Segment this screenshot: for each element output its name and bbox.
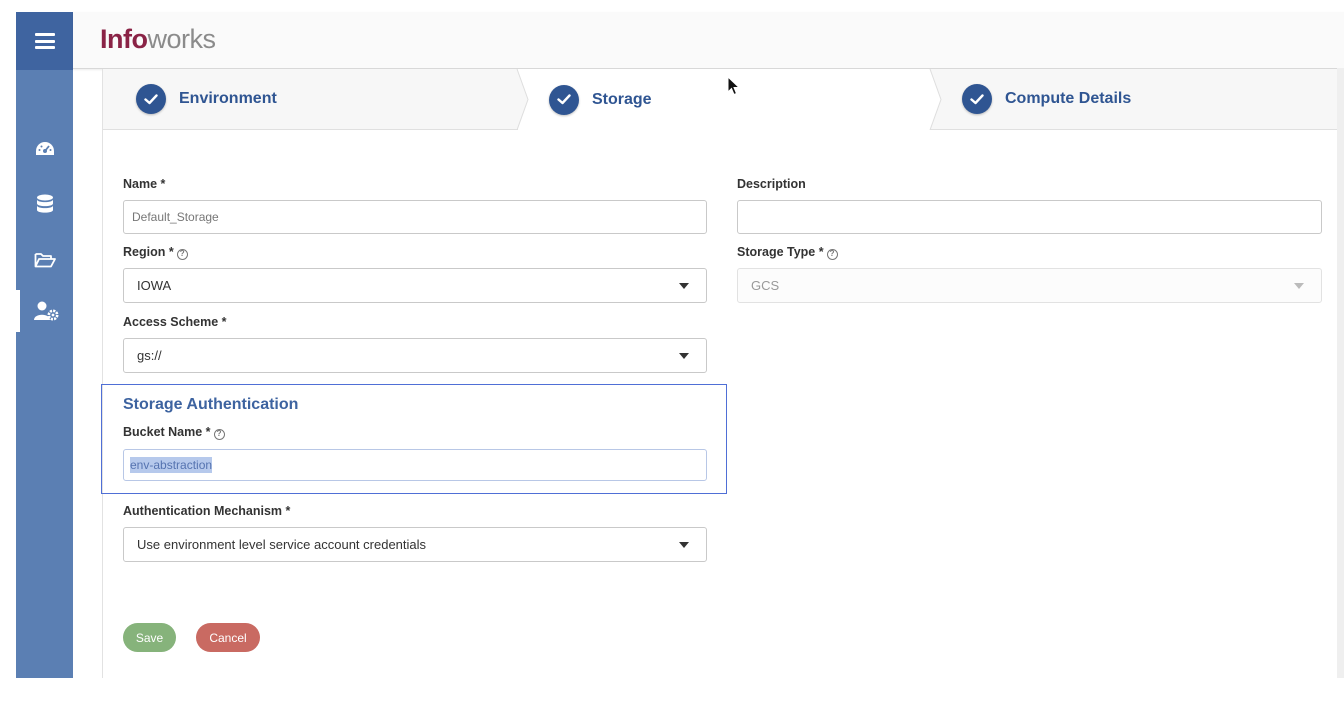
step-compute-details[interactable]: Compute Details <box>929 69 1344 130</box>
storage-authentication-title: Storage Authentication <box>123 396 299 413</box>
user-settings-icon <box>33 301 58 321</box>
step-label: Compute Details <box>1005 90 1132 107</box>
hamburger-icon <box>34 33 55 49</box>
caret-down-icon <box>1294 283 1304 289</box>
sidebar-item-admin[interactable] <box>16 290 73 332</box>
save-button[interactable]: Save <box>123 623 176 652</box>
region-label: Region *? <box>123 245 188 260</box>
dashboard-icon <box>35 142 54 155</box>
wizard-steps: Environment Storage Compute Details <box>103 69 1344 130</box>
caret-down-icon <box>679 353 689 359</box>
storage-type-select: GCS <box>737 268 1322 303</box>
database-icon <box>36 194 53 213</box>
logo-part-1: Info <box>100 24 148 54</box>
help-icon[interactable]: ? <box>826 249 838 260</box>
name-input[interactable]: Default_Storage <box>123 200 707 234</box>
check-circle-icon <box>549 84 579 115</box>
bucket-name-input[interactable]: env-abstraction <box>123 449 707 481</box>
cancel-button[interactable]: Cancel <box>196 623 260 652</box>
chevron-separator-icon <box>929 69 942 130</box>
auth-mechanism-label: Authentication Mechanism * <box>123 504 291 518</box>
app-root: Infoworks Environment Storage Compute De… <box>0 0 1344 721</box>
sidebar-item-folder[interactable] <box>16 240 73 280</box>
check-circle-icon <box>962 84 992 114</box>
bucket-name-value: env-abstraction <box>130 457 213 473</box>
check-circle-icon <box>136 84 166 114</box>
auth-mechanism-select[interactable]: Use environment level service account cr… <box>123 527 707 562</box>
menu-toggle-button[interactable] <box>16 12 73 70</box>
help-icon[interactable]: ? <box>213 429 225 440</box>
sidebar-item-dashboard[interactable] <box>16 129 73 169</box>
mouse-cursor-icon <box>727 76 741 96</box>
region-select[interactable]: IOWA <box>123 268 707 303</box>
folder-open-icon <box>34 253 56 268</box>
content-panel: Environment Storage Compute Details <box>102 69 1344 678</box>
name-label: Name * <box>123 177 166 191</box>
access-scheme-select[interactable]: gs:// <box>123 338 707 373</box>
step-environment[interactable]: Environment <box>103 69 518 130</box>
description-label: Description <box>737 177 806 191</box>
step-label: Storage <box>592 90 652 108</box>
logo-part-2: works <box>147 24 216 54</box>
bucket-name-label: Bucket Name *? <box>123 425 225 440</box>
top-header: Infoworks <box>73 12 1344 69</box>
sidebar-item-database[interactable] <box>16 184 73 224</box>
storage-type-label: Storage Type *? <box>737 245 838 260</box>
description-input[interactable] <box>737 200 1322 234</box>
chevron-separator-icon <box>516 69 529 130</box>
sidebar <box>16 12 73 678</box>
help-icon[interactable]: ? <box>176 249 188 260</box>
caret-down-icon <box>679 283 689 289</box>
scrollbar-track[interactable] <box>1337 68 1344 678</box>
infoworks-logo[interactable]: Infoworks <box>100 24 216 55</box>
access-scheme-label: Access Scheme * <box>123 315 227 329</box>
step-label: Environment <box>179 90 277 107</box>
caret-down-icon <box>679 542 689 548</box>
